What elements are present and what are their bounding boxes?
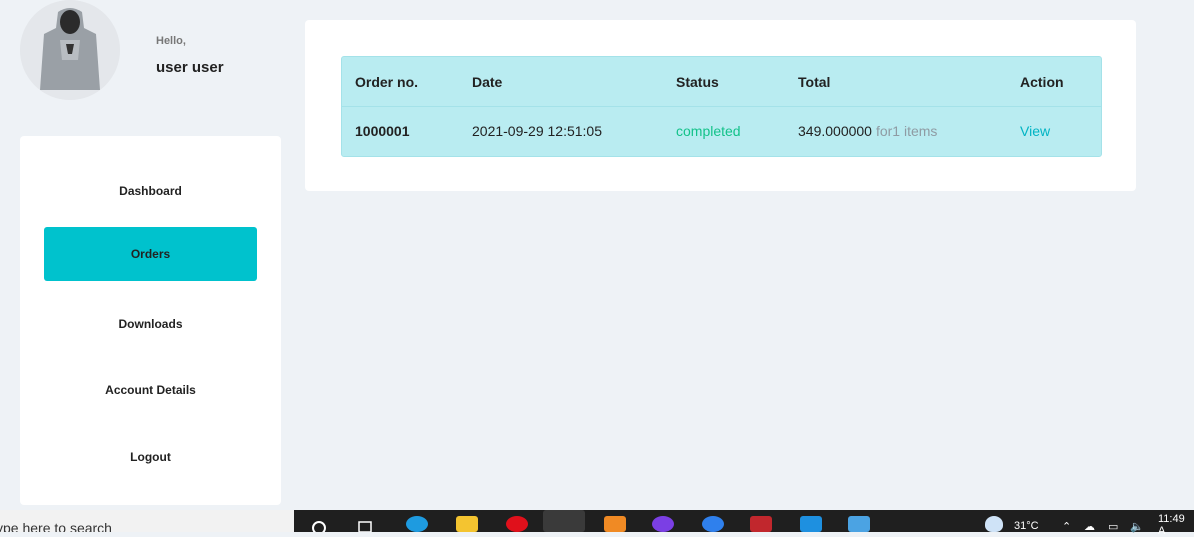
app-icon[interactable] <box>702 516 724 532</box>
orders-table: Order no. Date Status Total Action 10000… <box>341 56 1102 157</box>
header-status: Status <box>676 73 719 90</box>
temperature: 31°C <box>1014 520 1039 532</box>
file-explorer-icon[interactable] <box>456 516 478 532</box>
order-total: 349.000000 for1 items <box>798 106 937 155</box>
menu-item-orders[interactable]: Orders <box>44 227 257 281</box>
order-number: 1000001 <box>355 122 410 139</box>
greeting-label: Hello, <box>156 35 186 47</box>
taskbar-search-placeholder: ype here to search <box>0 520 112 532</box>
network-icon[interactable]: ▭ <box>1108 520 1118 533</box>
chevron-up-icon[interactable]: ⌃ <box>1062 520 1071 533</box>
menu-item-logout[interactable]: Logout <box>44 430 257 484</box>
cloud-icon[interactable]: ☁ <box>1084 520 1095 533</box>
task-view-icon[interactable] <box>356 516 378 532</box>
user-name: user user <box>156 59 224 76</box>
taskbar-search-input[interactable]: ype here to search <box>0 510 294 532</box>
vscode-icon[interactable] <box>800 516 822 532</box>
avatar <box>20 0 120 100</box>
taskbar: ype here to search 31°C ⌃ ☁ ▭ 🔈 11:49 A <box>0 510 1194 537</box>
search-icon[interactable] <box>310 516 332 532</box>
table-header-row: Order no. Date Status Total Action <box>342 57 1101 107</box>
header-order-no: Order no. <box>355 73 419 90</box>
filezilla-icon[interactable] <box>750 516 772 532</box>
weather-icon <box>985 516 1003 532</box>
order-items-note: for1 items <box>875 122 938 139</box>
clock[interactable]: 11:49 A <box>1158 513 1194 537</box>
brave-icon[interactable] <box>652 516 674 532</box>
order-date: 2021-09-29 12:51:05 <box>472 122 602 139</box>
volume-icon[interactable]: 🔈 <box>1130 520 1144 533</box>
header-action: Action <box>1020 73 1064 90</box>
table-row: 1000001 2021-09-29 12:51:05 completed 34… <box>342 106 1101 155</box>
sublime-icon[interactable] <box>604 516 626 532</box>
order-status: completed <box>676 122 741 139</box>
firefox-developer-icon[interactable] <box>543 510 585 532</box>
menu-item-downloads[interactable]: Downloads <box>44 297 257 351</box>
edge-icon[interactable] <box>406 516 428 532</box>
header-total: Total <box>798 73 831 90</box>
header-date: Date <box>472 73 503 90</box>
user-avatar-icon <box>20 0 120 100</box>
photos-icon[interactable] <box>848 516 870 532</box>
opera-icon[interactable] <box>506 516 528 532</box>
account-sidebar: Dashboard Orders Downloads Account Detai… <box>20 136 281 505</box>
order-total-amount: 349.000000 <box>798 122 872 139</box>
orders-card: Order no. Date Status Total Action 10000… <box>305 20 1136 191</box>
menu-item-dashboard[interactable]: Dashboard <box>44 164 257 218</box>
view-order-link[interactable]: View <box>1020 106 1050 155</box>
menu-item-account-details[interactable]: Account Details <box>44 363 257 417</box>
